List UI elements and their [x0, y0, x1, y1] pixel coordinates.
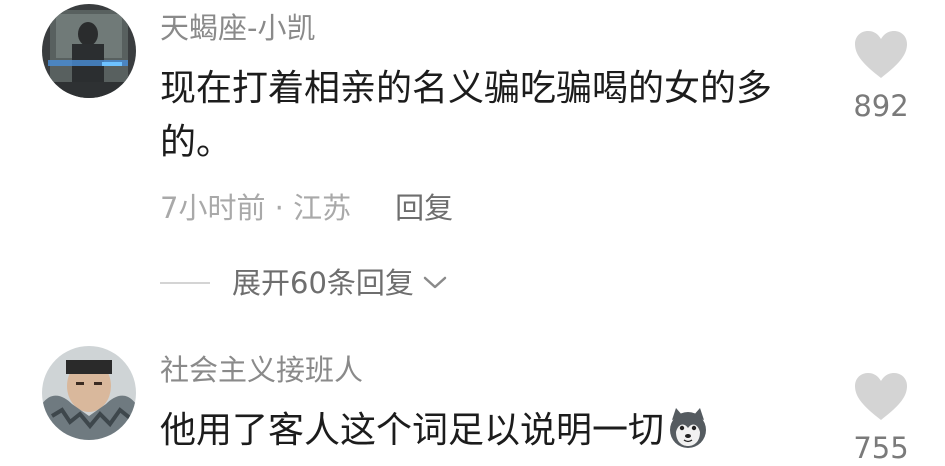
like-button[interactable]: 892 [850, 30, 912, 121]
comment-meta: 7小时前 · 江苏 回复 [160, 194, 453, 223]
expand-replies-label: 展开60条回复 [232, 265, 414, 300]
expand-replies-button[interactable]: 展开60条回复 [160, 266, 448, 300]
time-location: 7小时前 · 江苏 [160, 191, 352, 225]
avatar[interactable] [42, 4, 136, 98]
like-count: 755 [853, 431, 909, 465]
divider-line [160, 282, 210, 284]
like-count: 892 [853, 89, 909, 123]
comment-text: 他用了客人这个词足以说明一切 [160, 404, 810, 466]
comment-text-body: 他用了客人这个词足以说明一切 [160, 410, 665, 451]
husky-dog-icon [666, 406, 710, 466]
username[interactable]: 天蝎座-小凯 [160, 14, 315, 43]
avatar[interactable] [42, 346, 136, 440]
username[interactable]: 社会主义接班人 [160, 356, 363, 385]
chevron-down-icon [423, 276, 447, 289]
heart-icon [855, 31, 907, 78]
heart-icon [855, 373, 907, 420]
reply-button[interactable]: 回复 [395, 191, 453, 225]
like-button[interactable]: 755 [850, 372, 912, 463]
comment-text: 现在打着相亲的名义骗吃骗喝的女的多的。 [160, 68, 773, 163]
